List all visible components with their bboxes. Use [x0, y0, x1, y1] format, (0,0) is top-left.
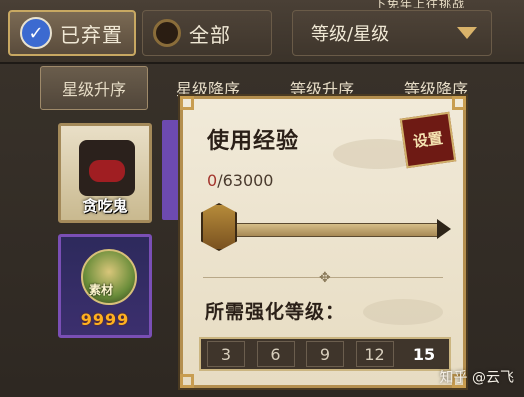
radio-empty-icon	[153, 19, 181, 47]
tab-star-asc[interactable]: 星级升序	[40, 66, 148, 110]
material-stars: 9999	[80, 310, 130, 329]
card-edge-partial[interactable]	[162, 120, 182, 220]
dropdown-label: 等级/星级	[311, 24, 390, 45]
slider-arrow-icon	[437, 219, 451, 239]
exp-slider-handle[interactable]	[201, 203, 237, 251]
panel-corner-ornament	[452, 96, 466, 110]
exp-total: /63000	[217, 171, 274, 190]
exp-current: 0	[207, 171, 218, 190]
top-toolbar: 下免年上往挑战 ✓ 已弃置 全部 等级/星级	[0, 0, 524, 64]
panel-title: 使用经验	[207, 129, 300, 154]
checkmark-icon: ✓	[20, 17, 52, 49]
cloud-decoration	[363, 299, 443, 325]
level-selector: 3 6 9 12 15	[199, 337, 451, 371]
shikigami-portrait	[79, 140, 135, 196]
discarded-filter-button[interactable]: ✓ 已弃置	[8, 10, 136, 56]
material-card[interactable]: 素材 9999	[58, 234, 152, 338]
level-option-3[interactable]: 3	[207, 341, 245, 367]
level-option-9[interactable]: 9	[306, 341, 344, 367]
shikigami-card-tanchigui[interactable]: 贪吃鬼	[58, 123, 152, 223]
material-tag: 素材	[89, 283, 114, 297]
chevron-down-icon	[457, 27, 477, 39]
discarded-label: 已弃置	[60, 22, 123, 47]
settings-seal-button[interactable]: 设置	[399, 111, 457, 169]
all-label: 全部	[189, 22, 231, 47]
level-option-6[interactable]: 6	[256, 341, 295, 367]
shikigami-name: 贪吃鬼	[82, 197, 128, 215]
diamond-ornament-icon: ✥	[319, 270, 331, 286]
level-option-12[interactable]: 12	[355, 341, 394, 367]
sort-type-dropdown[interactable]: 等级/星级	[292, 10, 492, 56]
panel-corner-ornament	[180, 96, 194, 110]
top-strip-text: 下免年上往挑战	[374, 0, 466, 8]
exp-slider-track[interactable]	[223, 223, 439, 237]
required-level-label: 所需强化等级：	[205, 301, 346, 323]
panel-corner-ornament	[180, 374, 194, 388]
all-filter-button[interactable]: 全部	[142, 10, 272, 56]
watermark: 知乎 @云飞	[439, 370, 514, 386]
level-option-15[interactable]: 15	[405, 341, 443, 367]
exp-readout: 0/63000	[207, 171, 273, 190]
exp-panel: 使用经验 设置 0/63000 ✥ 所需强化等级： 3 6 9 12 15	[180, 96, 466, 388]
